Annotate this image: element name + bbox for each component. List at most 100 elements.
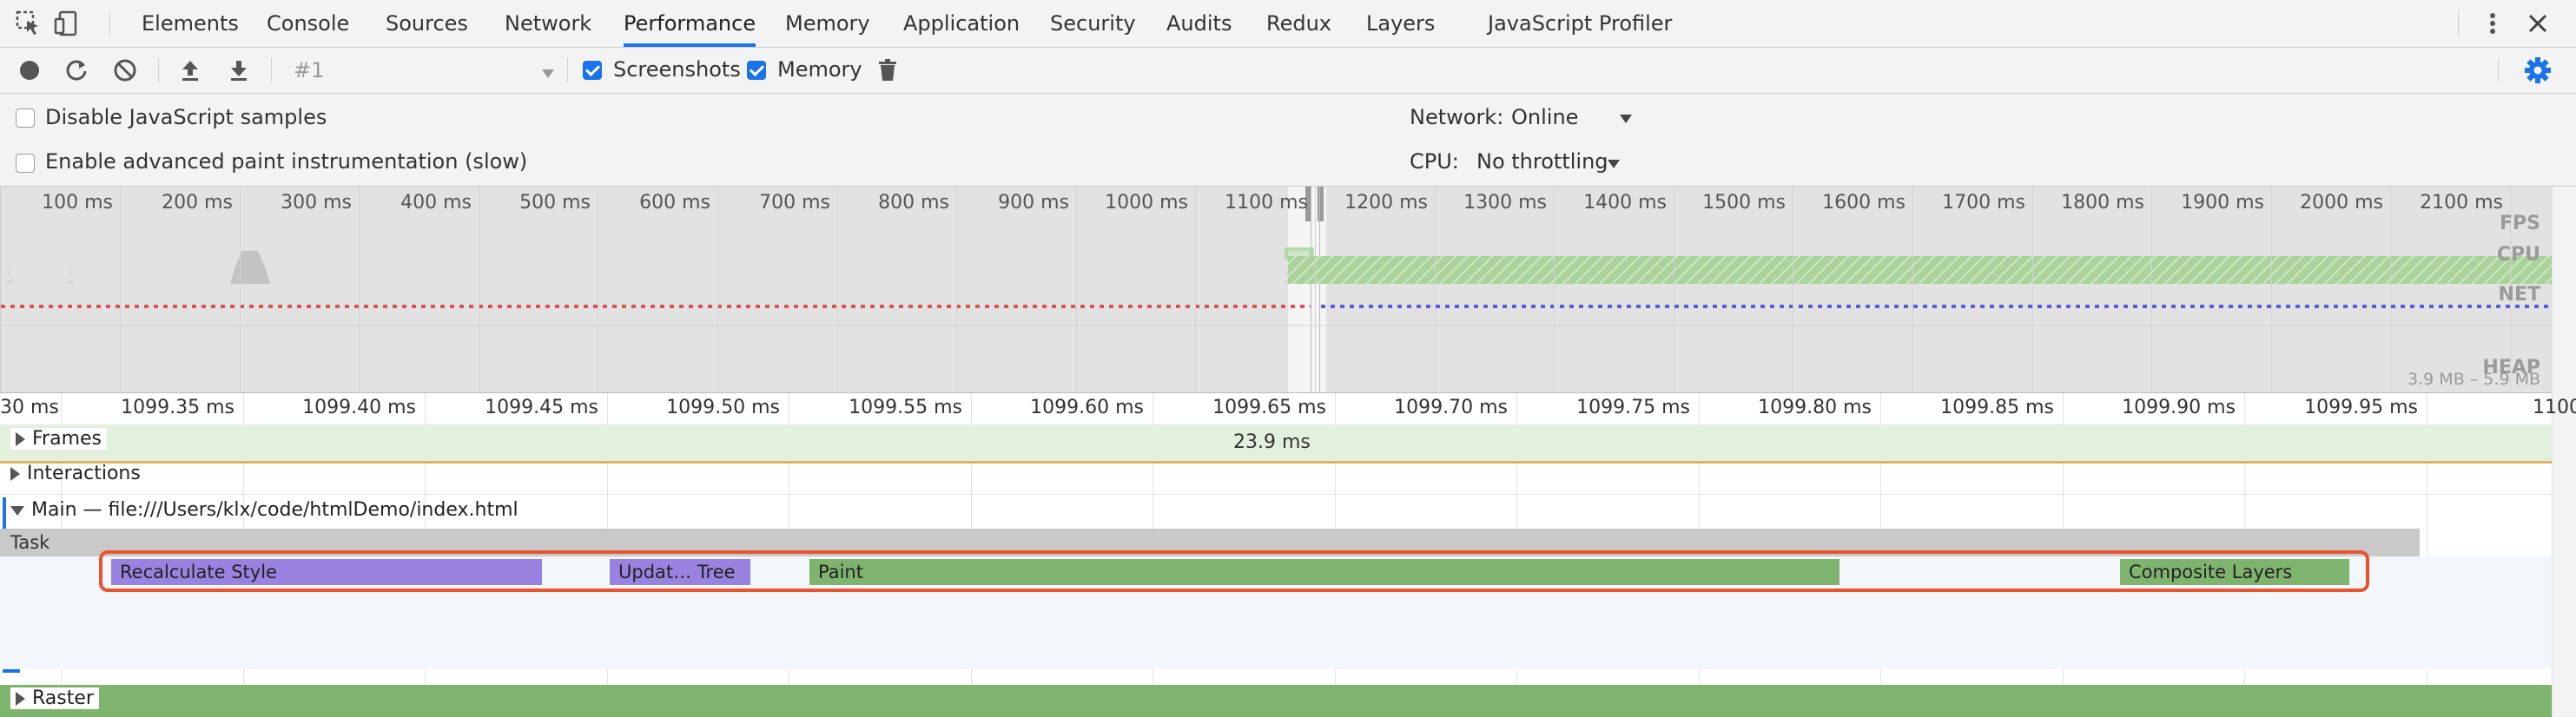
fps-track-label: FPS	[2500, 213, 2540, 234]
tab-sources[interactable]: Sources	[386, 0, 468, 47]
record-icon[interactable]	[16, 48, 43, 93]
tab-security[interactable]: Security	[1050, 0, 1136, 47]
chevron-down-icon[interactable]	[1607, 156, 1621, 173]
chevron-down-icon[interactable]	[1619, 111, 1633, 128]
tab-layers[interactable]: Layers	[1366, 0, 1435, 47]
overview-tick-line	[1554, 187, 1555, 392]
overview-tick-line	[2390, 187, 2391, 392]
interactions-label-text: Interactions	[27, 463, 141, 484]
ruler-tick-label: 1100.0	[2533, 397, 2576, 418]
cpu-track-label: CPU	[2496, 244, 2540, 266]
overview-tick-label: 100 ms	[42, 192, 113, 214]
save-profile-icon[interactable]	[225, 48, 253, 93]
frame-duration: 23.9 ms	[1233, 431, 1311, 453]
divider	[158, 58, 159, 82]
overview-tick-line	[1076, 187, 1077, 392]
ruler-tick-line	[1335, 393, 1336, 424]
overview-tick-line	[359, 187, 360, 392]
overview-tick-label: 600 ms	[639, 192, 710, 214]
overview-tick-label: 2000 ms	[2300, 192, 2383, 214]
overview-tick-line	[2032, 187, 2033, 392]
overview-tick-line	[1315, 187, 1316, 392]
device-toolbar-icon[interactable]	[54, 10, 80, 36]
clear-icon[interactable]	[111, 48, 139, 93]
flamechart[interactable]: Frames 23.9 ms Interactions Main — file:…	[0, 424, 2552, 717]
overview-tick-label: 200 ms	[162, 192, 233, 214]
tab-redux[interactable]: Redux	[1266, 0, 1331, 47]
flamechart-ruler: 30 ms 1099.35 ms 1099.40 ms 1099.45 ms 1099.…	[0, 392, 2576, 425]
heap-range: 3.9 MB – 5.9 MB	[2408, 370, 2540, 389]
performance-toolbar: #1 Screenshots Memory	[0, 48, 2576, 94]
network-throttle-select[interactable]: Online	[1511, 105, 1578, 129]
ruler-tick-line	[243, 393, 244, 424]
ruler-tick-label: 1099.90 ms	[2122, 397, 2236, 418]
ruler-tick-label: 1099.85 ms	[1940, 397, 2054, 418]
frames-label-text: Frames	[32, 428, 102, 450]
tab-javascript-profiler[interactable]: JavaScript Profiler	[1488, 0, 1672, 47]
overview-tick-label: 1000 ms	[1105, 192, 1188, 214]
inspect-element-icon[interactable]	[16, 10, 42, 36]
disable-js-samples-checkbox[interactable]	[16, 109, 35, 128]
disable-js-samples-label: Disable JavaScript samples	[45, 105, 327, 129]
advanced-paint-label: Enable advanced paint instrumentation (s…	[45, 149, 528, 174]
ruler-tick-label: 1099.75 ms	[1576, 397, 1690, 418]
close-icon[interactable]	[2525, 10, 2551, 36]
divider	[271, 58, 272, 82]
overview-tick-label: 900 ms	[998, 192, 1069, 214]
timeline-overview[interactable]: 100 ms 200 ms 300 ms 400 ms 500 ms 600 ms 700 …	[0, 187, 2553, 392]
tab-performance[interactable]: Performance	[624, 0, 756, 47]
more-options-icon[interactable]	[2480, 10, 2506, 36]
tab-audits[interactable]: Audits	[1166, 0, 1232, 47]
divider	[0, 494, 2552, 495]
ruler-tick-label: 1099.70 ms	[1394, 397, 1508, 418]
overview-tick-line	[2151, 187, 2152, 392]
memory-label: Memory	[777, 57, 862, 82]
overview-tick-label: 1600 ms	[1822, 192, 1906, 214]
screenshots-label: Screenshots	[613, 57, 741, 82]
divider	[2498, 58, 2499, 82]
ruler-tick-label: 1099.95 ms	[2304, 397, 2418, 418]
main-track-label[interactable]: Main — file:///Users/klx/code/htmlDemo/i…	[10, 499, 519, 521]
ruler-tick-label: 1099.45 ms	[485, 397, 598, 418]
trash-icon[interactable]	[875, 48, 900, 93]
expand-icon	[16, 692, 25, 706]
network-throttle-label: Network:	[1410, 105, 1504, 129]
screenshots-checkbox[interactable]	[583, 61, 602, 80]
frames-track-label[interactable]: Frames	[10, 428, 108, 450]
tab-console[interactable]: Console	[267, 0, 349, 47]
interactions-track-label[interactable]: Interactions	[10, 463, 141, 484]
overview-tick-label: 1100 ms	[1225, 192, 1308, 214]
memory-checkbox[interactable]	[747, 61, 766, 80]
recording-select[interactable]: #1	[294, 58, 324, 82]
overview-tick-label: 1300 ms	[1463, 192, 1547, 214]
ruler-tick-line	[1516, 393, 1517, 424]
divider	[2458, 10, 2459, 36]
advanced-paint-checkbox[interactable]	[16, 154, 35, 173]
tab-elements[interactable]: Elements	[142, 0, 239, 47]
overview-tick-line	[956, 187, 957, 392]
chevron-down-icon[interactable]	[541, 66, 555, 82]
vertical-scrollbar[interactable]	[2552, 187, 2576, 717]
raster-track-label[interactable]: Raster	[10, 687, 99, 709]
tab-application[interactable]: Application	[903, 0, 1020, 47]
overview-tick-label: 1700 ms	[1942, 192, 2025, 214]
overview-tick-line	[1912, 187, 1913, 392]
cpu-throttle-select[interactable]: No throttling	[1476, 149, 1608, 174]
capture-settings-pane: Disable JavaScript samples Enable advanc…	[0, 94, 2576, 187]
overview-tick-label: 400 ms	[400, 192, 472, 214]
overview-tick-label: 700 ms	[759, 192, 830, 214]
collapse-icon	[10, 505, 24, 516]
overview-tick-label: 300 ms	[281, 192, 352, 214]
ruler-tick-label: 1099.35 ms	[121, 397, 234, 418]
tab-memory[interactable]: Memory	[785, 0, 870, 47]
raster-track[interactable]	[0, 685, 2552, 717]
settings-gear-icon[interactable]	[2522, 48, 2553, 93]
load-profile-icon[interactable]	[176, 48, 204, 93]
overview-tick-label: 800 ms	[878, 192, 949, 214]
ruler-tick-line	[1699, 393, 1700, 424]
main-label-text: Main — file:///Users/klx/code/htmlDemo/i…	[31, 499, 519, 521]
reload-icon[interactable]	[63, 48, 90, 93]
tab-network[interactable]: Network	[505, 0, 591, 47]
overview-tick-label: 1200 ms	[1344, 192, 1428, 214]
ruler-tick-line	[61, 393, 62, 424]
